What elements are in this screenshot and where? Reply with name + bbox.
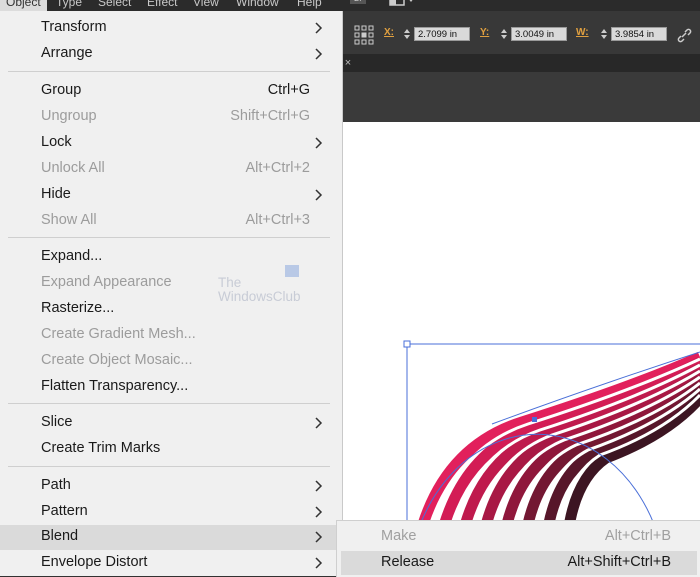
menu-item-create-gradient-mesh[interactable]: Create Gradient Mesh... bbox=[0, 323, 340, 349]
menu-item-label: Show All bbox=[41, 212, 97, 228]
menu-item-label: Group bbox=[41, 82, 82, 98]
menu-item-label: Flatten Transparency... bbox=[41, 378, 189, 394]
menu-item-shortcut: Shift+Ctrl+G bbox=[230, 108, 310, 124]
menu-item-hide[interactable]: Hide bbox=[0, 183, 340, 209]
submenu-item-release[interactable]: Release Alt+Shift+Ctrl+B bbox=[341, 551, 697, 575]
menu-item-label: Create Gradient Mesh... bbox=[41, 326, 196, 342]
x-label: X: bbox=[384, 27, 394, 38]
control-bar: X: 2.7099 in Y: 3.0049 in W: 3.9854 in bbox=[342, 11, 700, 54]
y-label: Y: bbox=[480, 27, 490, 38]
document-tab-strip bbox=[342, 54, 700, 72]
menu-item-shortcut: Alt+Ctrl+2 bbox=[245, 160, 310, 176]
watermark-line-2: WindowsClub bbox=[218, 289, 301, 304]
watermark-line-1: The bbox=[218, 275, 242, 290]
menu-item-label: Create Object Mosaic... bbox=[41, 352, 193, 368]
menubar-help[interactable]: Help bbox=[297, 0, 322, 11]
menubar-view[interactable]: View bbox=[193, 0, 219, 11]
w-label: W: bbox=[576, 27, 589, 38]
workspace-switcher[interactable] bbox=[389, 0, 419, 11]
submenu-arrow-icon bbox=[315, 557, 323, 569]
menu-separator bbox=[8, 71, 330, 72]
menu-item-label: Create Trim Marks bbox=[41, 440, 161, 456]
watermark: The WindowsClub bbox=[218, 276, 301, 304]
menu-item-label: Lock bbox=[41, 134, 72, 150]
submenu-item-shortcut: Alt+Shift+Ctrl+B bbox=[567, 554, 671, 570]
reference-point-icon[interactable] bbox=[354, 25, 374, 45]
submenu-item-label: Release bbox=[381, 554, 435, 570]
submenu-arrow-icon bbox=[315, 506, 323, 518]
submenu-arrow-icon bbox=[315, 22, 323, 34]
anchor-point bbox=[532, 417, 537, 422]
submenu-arrow-icon bbox=[315, 480, 323, 492]
menu-item-label: Rasterize... bbox=[41, 300, 115, 316]
menu-item-show-all[interactable]: Show All Alt+Ctrl+3 bbox=[0, 209, 340, 235]
artboard-canvas[interactable] bbox=[342, 122, 700, 576]
menu-item-label: Slice bbox=[41, 414, 73, 430]
menu-separator bbox=[8, 403, 330, 404]
menu-item-label: Pattern bbox=[41, 503, 88, 519]
watermark-logo-icon bbox=[285, 265, 299, 277]
menu-item-label: Transform bbox=[41, 19, 107, 35]
menu-item-path[interactable]: Path bbox=[0, 474, 340, 500]
submenu-arrow-icon bbox=[315, 417, 323, 429]
menu-item-pattern[interactable]: Pattern bbox=[0, 500, 340, 526]
y-field[interactable]: 3.0049 in bbox=[511, 27, 567, 41]
menu-item-label: Unlock All bbox=[41, 160, 105, 176]
menu-item-label: Ungroup bbox=[41, 108, 97, 124]
w-stepper-icon[interactable] bbox=[600, 27, 608, 41]
menu-item-label: Hide bbox=[41, 186, 71, 202]
menu-item-shortcut: Ctrl+G bbox=[267, 82, 310, 98]
menu-item-blend[interactable]: Blend bbox=[0, 525, 340, 550]
blend-submenu: Make Alt+Ctrl+B Release Alt+Shift+Ctrl+B bbox=[336, 520, 700, 577]
submenu-arrow-icon bbox=[315, 531, 323, 543]
menu-item-label: Expand Appearance bbox=[41, 274, 172, 290]
constrain-link-icon[interactable] bbox=[676, 27, 692, 43]
menu-item-envelope-distort[interactable]: Envelope Distort bbox=[0, 551, 340, 577]
submenu-item-make[interactable]: Make Alt+Ctrl+B bbox=[341, 525, 697, 549]
bridge-button[interactable]: Br bbox=[350, 0, 366, 4]
menu-item-shortcut: Alt+Ctrl+3 bbox=[245, 212, 310, 228]
pasteboard bbox=[342, 72, 700, 122]
y-stepper-icon[interactable] bbox=[500, 27, 508, 41]
menu-separator bbox=[8, 237, 330, 238]
bounding-box-handle bbox=[403, 340, 411, 348]
menu-item-group[interactable]: Group Ctrl+G bbox=[0, 79, 340, 105]
blend-artwork bbox=[403, 340, 700, 576]
menubar-object[interactable]: Object bbox=[0, 0, 47, 11]
submenu-item-shortcut: Alt+Ctrl+B bbox=[604, 528, 671, 544]
menu-item-label: Path bbox=[41, 477, 71, 493]
menu-item-label: Envelope Distort bbox=[41, 554, 148, 570]
submenu-arrow-icon bbox=[315, 189, 323, 201]
x-stepper-icon[interactable] bbox=[403, 27, 411, 41]
menu-item-slice[interactable]: Slice bbox=[0, 411, 340, 437]
menu-item-transform[interactable]: Transform bbox=[0, 16, 340, 42]
menu-item-unlock-all[interactable]: Unlock All Alt+Ctrl+2 bbox=[0, 157, 340, 183]
menu-item-label: Arrange bbox=[41, 45, 93, 61]
menu-item-ungroup[interactable]: Ungroup Shift+Ctrl+G bbox=[0, 105, 340, 131]
menubar-effect[interactable]: Effect bbox=[147, 0, 177, 11]
x-field[interactable]: 2.7099 in bbox=[414, 27, 470, 41]
submenu-arrow-icon bbox=[315, 48, 323, 60]
menu-item-flatten-transparency[interactable]: Flatten Transparency... bbox=[0, 375, 340, 401]
submenu-arrow-icon bbox=[315, 137, 323, 149]
submenu-item-label: Make bbox=[381, 528, 417, 544]
menu-item-lock[interactable]: Lock bbox=[0, 131, 340, 157]
menu-item-label: Blend bbox=[41, 528, 79, 544]
menu-item-arrange[interactable]: Arrange bbox=[0, 42, 340, 68]
menubar-window[interactable]: Window bbox=[236, 0, 279, 11]
menu-item-label: Expand... bbox=[41, 248, 103, 264]
menubar: Object Type Select Effect View Window He… bbox=[0, 0, 700, 11]
menu-separator bbox=[8, 466, 330, 467]
menu-item-create-trim-marks[interactable]: Create Trim Marks bbox=[0, 437, 340, 463]
layout-icon bbox=[389, 0, 413, 6]
menu-item-create-object-mosaic[interactable]: Create Object Mosaic... bbox=[0, 349, 340, 375]
w-field[interactable]: 3.9854 in bbox=[611, 27, 667, 41]
menubar-type[interactable]: Type bbox=[56, 0, 82, 11]
tab-close-icon[interactable]: × bbox=[342, 54, 354, 72]
menubar-select[interactable]: Select bbox=[98, 0, 131, 11]
object-menu: Transform Arrange Group Ctrl+G Ungroup S… bbox=[0, 11, 343, 576]
